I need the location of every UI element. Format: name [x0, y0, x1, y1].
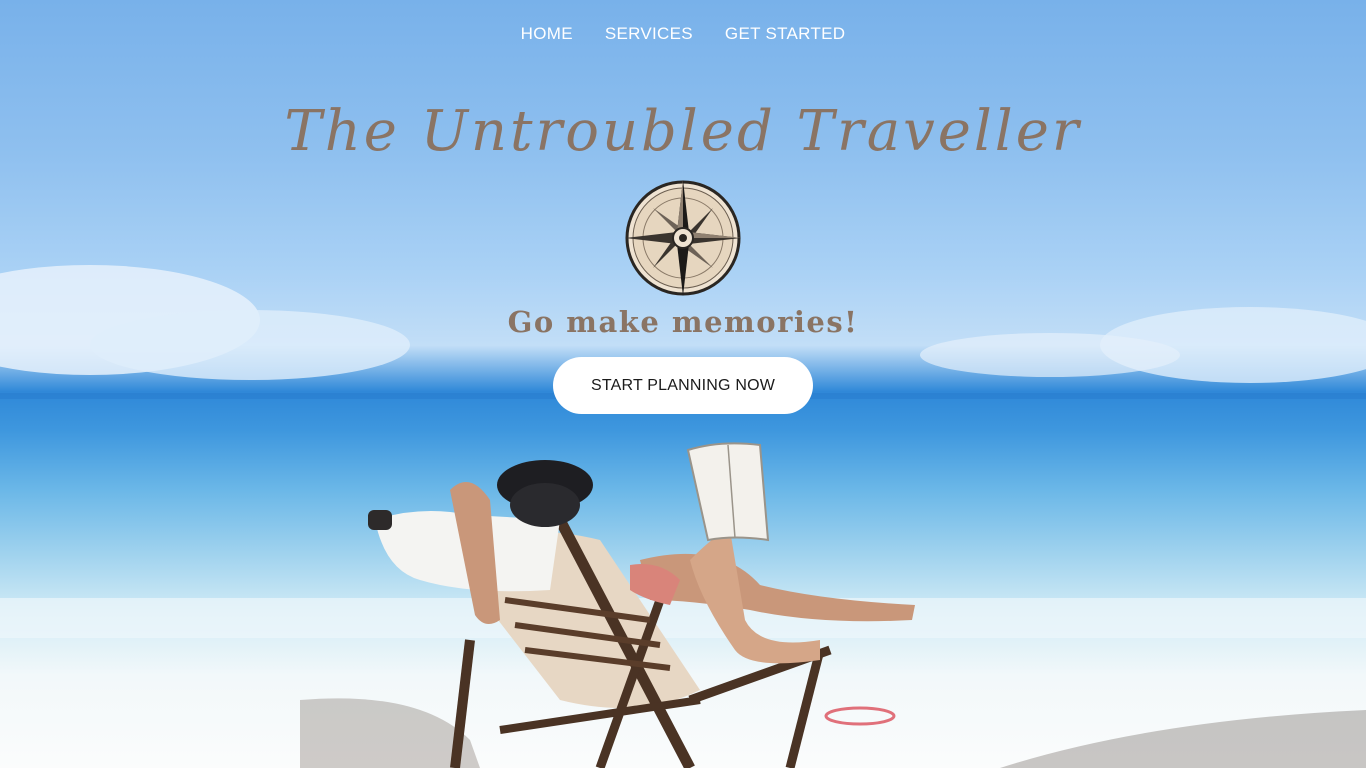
nav-item-home[interactable]: HOME — [521, 20, 573, 48]
hero-section: HOME SERVICES GET STARTED The Untroubled… — [0, 0, 1366, 768]
compass-rose-icon — [625, 180, 741, 296]
start-planning-button[interactable]: START PLANNING NOW — [553, 357, 813, 414]
nav-item-services[interactable]: SERVICES — [605, 20, 693, 48]
nav-item-get-started[interactable]: GET STARTED — [725, 20, 845, 48]
tagline: Go make memories! — [507, 305, 859, 339]
main-nav: HOME SERVICES GET STARTED — [0, 20, 1366, 48]
site-title: The Untroubled Traveller — [284, 99, 1082, 164]
